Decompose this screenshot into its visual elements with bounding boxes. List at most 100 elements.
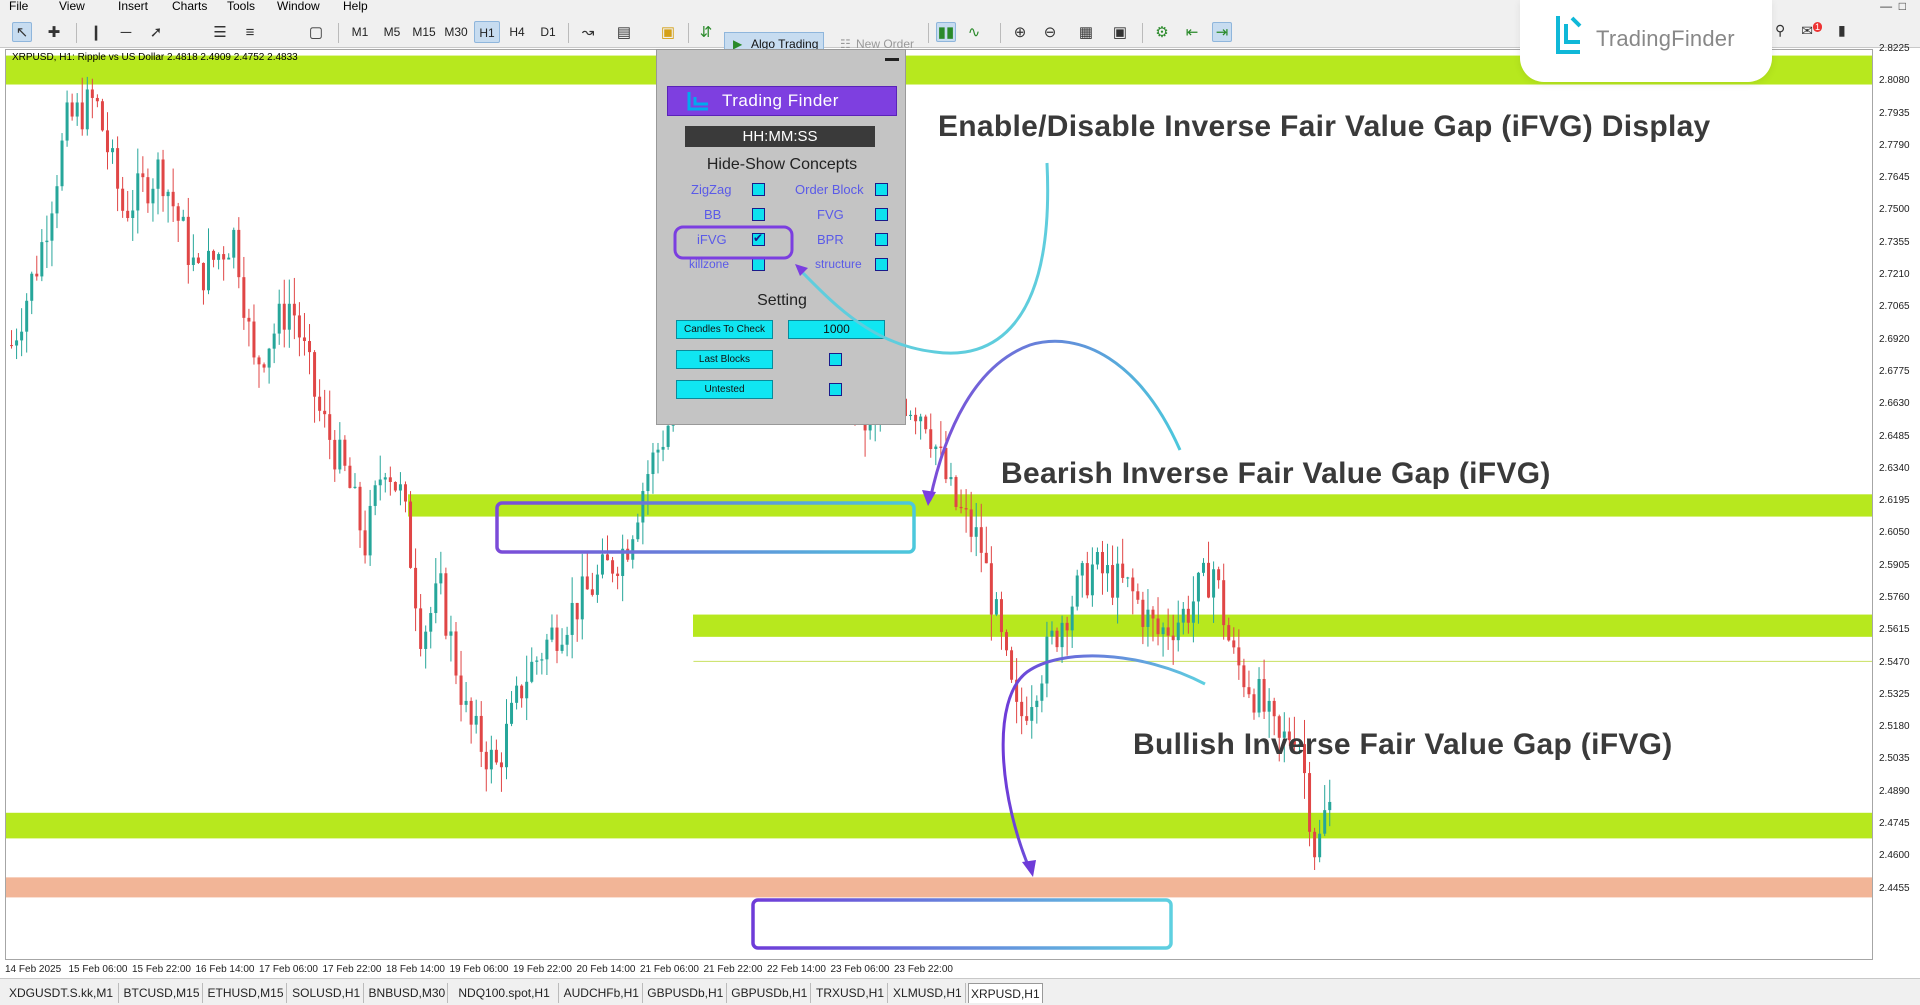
checkbox-structure[interactable]: [875, 258, 888, 271]
menu-charts[interactable]: Charts: [172, 0, 207, 12]
candle: [308, 324, 312, 375]
chart-tab[interactable]: XLMUSD,H1: [890, 983, 966, 1003]
untested-button[interactable]: Untested: [676, 380, 773, 399]
tf-m15[interactable]: M15: [408, 21, 440, 43]
price-chart[interactable]: XRPUSD, H1: Ripple vs US Dollar 2.4818 2…: [5, 49, 1873, 960]
minimize-icon[interactable]: [885, 58, 899, 61]
settings-icon[interactable]: ⚙: [1152, 22, 1172, 42]
autoscroll-icon[interactable]: ⇤: [1182, 22, 1202, 42]
line-chart-icon[interactable]: ∿: [964, 22, 984, 42]
fibonacci-icon[interactable]: ≡: [240, 22, 260, 42]
bar-chart-icon[interactable]: ▮▮: [936, 22, 956, 42]
price-tick: 2.4745: [1879, 818, 1910, 830]
checkbox-fvg[interactable]: [875, 208, 888, 221]
candle: [414, 548, 418, 632]
chart-tab[interactable]: BNBUSD,M30: [366, 983, 449, 1003]
market-watch-icon[interactable]: ⇵: [696, 22, 716, 42]
price-tick: 2.5035: [1879, 753, 1910, 765]
folder-icon[interactable]: ▣: [658, 22, 678, 42]
menu-view[interactable]: View: [59, 0, 85, 12]
candle: [1080, 560, 1084, 598]
time-axis[interactable]: 14 Feb 2025 15 Feb 06:00 15 Feb 22:00 16 Fe…: [5, 960, 1873, 978]
candle: [323, 389, 327, 428]
indicators-icon[interactable]: ↝: [578, 22, 598, 42]
candle: [207, 228, 211, 295]
chart-tab[interactable]: XDGUSDT.S.kk,M1: [4, 983, 119, 1003]
window-controls[interactable]: — □: [1880, 0, 1906, 12]
price-tick: 2.8080: [1879, 75, 1910, 87]
candle: [156, 152, 160, 215]
zoom-out-icon[interactable]: ⊖: [1040, 22, 1060, 42]
candle: [540, 652, 544, 675]
price-tick: 2.7065: [1879, 301, 1910, 313]
search-icon[interactable]: ⚲: [1775, 22, 1785, 40]
candle: [469, 697, 473, 744]
screenshot-icon[interactable]: ▣: [1110, 22, 1130, 42]
candle: [1156, 597, 1160, 646]
menu-insert[interactable]: Insert: [118, 0, 148, 12]
chart-tab[interactable]: XRPUSD,H1: [967, 983, 1043, 1003]
grid-icon[interactable]: ▦: [1076, 22, 1096, 42]
trendline-icon[interactable]: ➚: [146, 22, 166, 42]
tf-d1[interactable]: D1: [534, 21, 562, 43]
menu-tools[interactable]: Tools: [227, 0, 255, 12]
candle: [606, 535, 610, 561]
chart-tab[interactable]: GBPUSDb,H1: [645, 983, 727, 1003]
price-tick: 2.6630: [1879, 398, 1910, 410]
candle: [1106, 543, 1110, 592]
time-tick: 14 Feb 2025: [5, 964, 62, 975]
candle: [585, 552, 589, 590]
vertical-line-icon[interactable]: ❙: [86, 22, 106, 42]
tf-m1[interactable]: M1: [346, 21, 374, 43]
templates-icon[interactable]: ▤: [614, 22, 634, 42]
candle: [984, 526, 988, 564]
price-tick: 2.6195: [1879, 495, 1910, 507]
tf-h1[interactable]: H1: [474, 21, 500, 43]
checkbox-bb[interactable]: [752, 208, 765, 221]
candle: [484, 741, 488, 792]
checkbox-last-blocks[interactable]: [829, 353, 842, 366]
tf-m5[interactable]: M5: [378, 21, 406, 43]
zoom-in-icon[interactable]: ⊕: [1010, 22, 1030, 42]
chart-shift-icon[interactable]: ⇥: [1212, 22, 1232, 42]
candle: [146, 168, 150, 213]
candle: [600, 538, 604, 579]
chat-icon[interactable]: ✉ 1: [1801, 22, 1823, 40]
candle: [580, 553, 584, 640]
checkbox-bpr[interactable]: [875, 233, 888, 246]
menu-window[interactable]: Window: [277, 0, 320, 12]
checkbox-untested[interactable]: [829, 383, 842, 396]
checkbox-order-block[interactable]: [875, 183, 888, 196]
menu-help[interactable]: Help: [343, 0, 368, 12]
chart-tab[interactable]: ETHUSD,M15: [205, 983, 287, 1003]
chart-tab[interactable]: NDQ100.spot,H1: [450, 983, 559, 1003]
price-tick: 2.6340: [1879, 462, 1910, 474]
chart-tab[interactable]: TRXUSD,H1: [813, 983, 889, 1003]
candle: [550, 614, 554, 643]
candles-to-check-button[interactable]: Candles To Check: [676, 320, 773, 339]
cursor-icon[interactable]: ↖: [12, 22, 32, 42]
checkbox-ifvg[interactable]: [752, 231, 765, 246]
shapes-icon[interactable]: ▢: [306, 22, 326, 42]
signal-icon[interactable]: ▮: [1838, 22, 1846, 40]
candle: [1257, 667, 1261, 718]
time-tick: 21 Feb 06:00: [640, 964, 699, 975]
menu-file[interactable]: File: [9, 0, 28, 12]
checkbox-killzone[interactable]: [752, 258, 765, 271]
last-blocks-button[interactable]: Last Blocks: [676, 350, 773, 369]
chart-tab[interactable]: SOLUSD,H1: [289, 983, 365, 1003]
crosshair-icon[interactable]: ✚: [44, 22, 64, 42]
chart-tab[interactable]: AUDCHFb,H1: [561, 983, 643, 1003]
candle: [171, 168, 175, 222]
candles-to-check-input[interactable]: 1000: [788, 320, 885, 339]
chart-tab[interactable]: BTCUSD,M15: [121, 983, 203, 1003]
channel-icon[interactable]: ☰: [210, 22, 230, 42]
candle: [1020, 687, 1024, 735]
checkbox-zigzag[interactable]: [752, 183, 765, 196]
horizontal-line-icon[interactable]: ─: [116, 22, 136, 42]
tf-m30[interactable]: M30: [440, 21, 472, 43]
candle: [499, 752, 503, 792]
chart-tab[interactable]: GBPUSDb,H1: [729, 983, 811, 1003]
tf-h4[interactable]: H4: [504, 21, 530, 43]
price-axis[interactable]: 2.8225 2.8080 2.7935 2.7790 2.7645 2.7500 2.73…: [1873, 43, 1920, 960]
